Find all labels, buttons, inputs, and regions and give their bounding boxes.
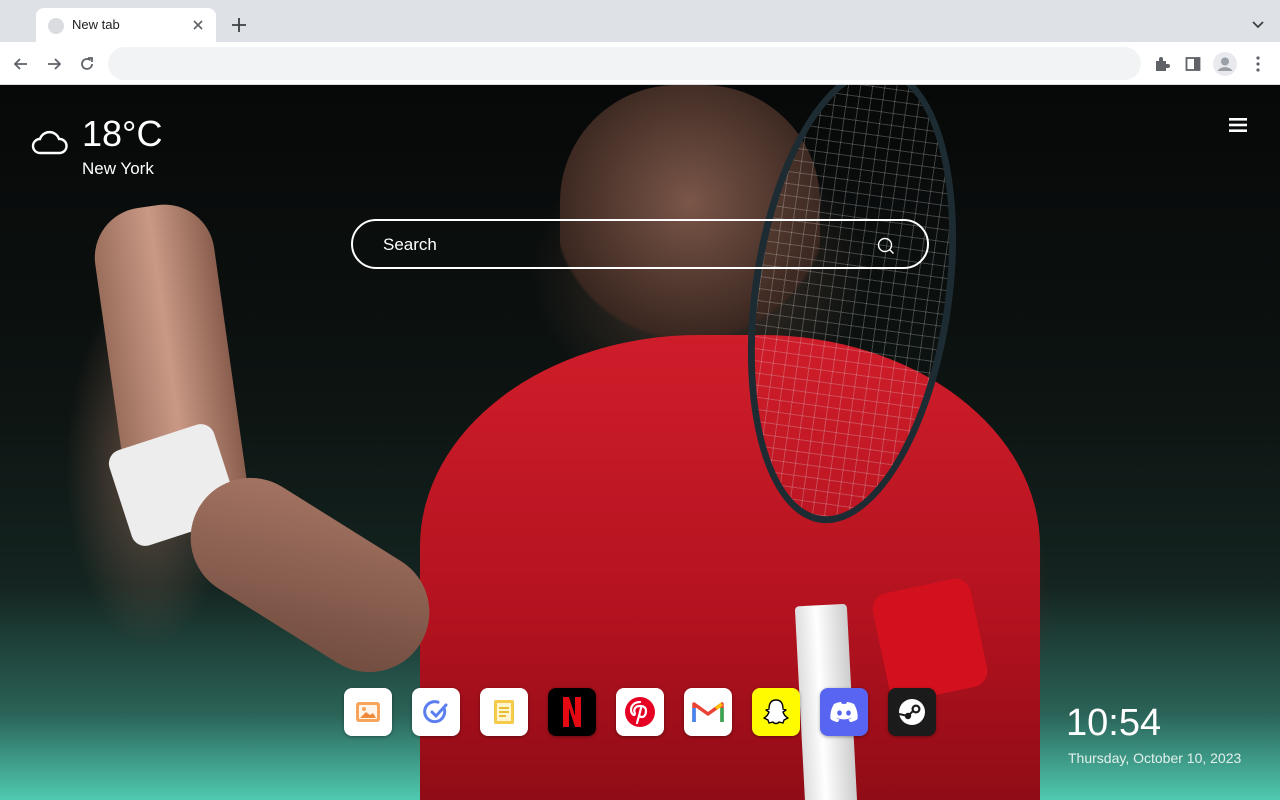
chevron-down-icon[interactable]: [1248, 14, 1268, 34]
note-icon: [494, 700, 514, 724]
weather-temperature: 18°C: [82, 113, 163, 154]
reload-icon: [81, 57, 93, 70]
more-vert-icon[interactable]: [1246, 52, 1270, 76]
search-input[interactable]: [383, 233, 863, 257]
steam-icon: [898, 699, 925, 725]
app-snapchat[interactable]: [752, 688, 800, 736]
app-notes[interactable]: [480, 688, 528, 736]
tab-strip: New tab: [0, 0, 1280, 42]
check-icon: [423, 700, 448, 724]
app-steam[interactable]: [888, 688, 936, 736]
browser-toolbar: [0, 42, 1280, 85]
weather-city: New York: [82, 159, 154, 178]
discord-icon: [830, 702, 858, 722]
menu-icon[interactable]: [1228, 116, 1250, 134]
new-tab-page: 18°C New York Search 10:54 Thursday, Oct…: [0, 85, 1280, 800]
tab-title: New tab: [72, 17, 120, 32]
extensions-icon[interactable]: [1150, 52, 1174, 76]
clock-date: Thursday, October 10, 2023: [1068, 750, 1242, 766]
netflix-icon: [563, 697, 581, 727]
arrow-left-icon: [13, 58, 27, 70]
app-tasks[interactable]: [412, 688, 460, 736]
app-dock: [344, 688, 936, 736]
pinterest-icon: [625, 697, 655, 727]
gmail-icon: [692, 702, 724, 722]
snapchat-icon: [763, 699, 789, 725]
clock-time: 10:54: [1066, 702, 1162, 744]
back-button[interactable]: [9, 52, 33, 76]
app-gallery[interactable]: [344, 688, 392, 736]
reload-button[interactable]: [75, 52, 99, 76]
arrow-right-icon: [48, 58, 62, 70]
cloud-icon: [30, 127, 70, 159]
new-tab-button[interactable]: [228, 14, 250, 36]
app-pinterest[interactable]: [616, 688, 664, 736]
forward-button[interactable]: [42, 52, 66, 76]
close-tab-icon[interactable]: [188, 15, 208, 35]
profile-avatar[interactable]: [1213, 52, 1237, 76]
tab-favicon-icon: [48, 18, 64, 34]
side-panel-icon[interactable]: [1181, 52, 1205, 76]
tab-new-tab[interactable]: New tab: [36, 8, 216, 42]
address-bar[interactable]: [108, 47, 1141, 80]
image-icon: [356, 702, 380, 722]
app-gmail[interactable]: [684, 688, 732, 736]
app-netflix[interactable]: [548, 688, 596, 736]
app-discord[interactable]: [820, 688, 868, 736]
search-icon[interactable]: [877, 237, 895, 255]
search-bar[interactable]: [351, 219, 929, 269]
